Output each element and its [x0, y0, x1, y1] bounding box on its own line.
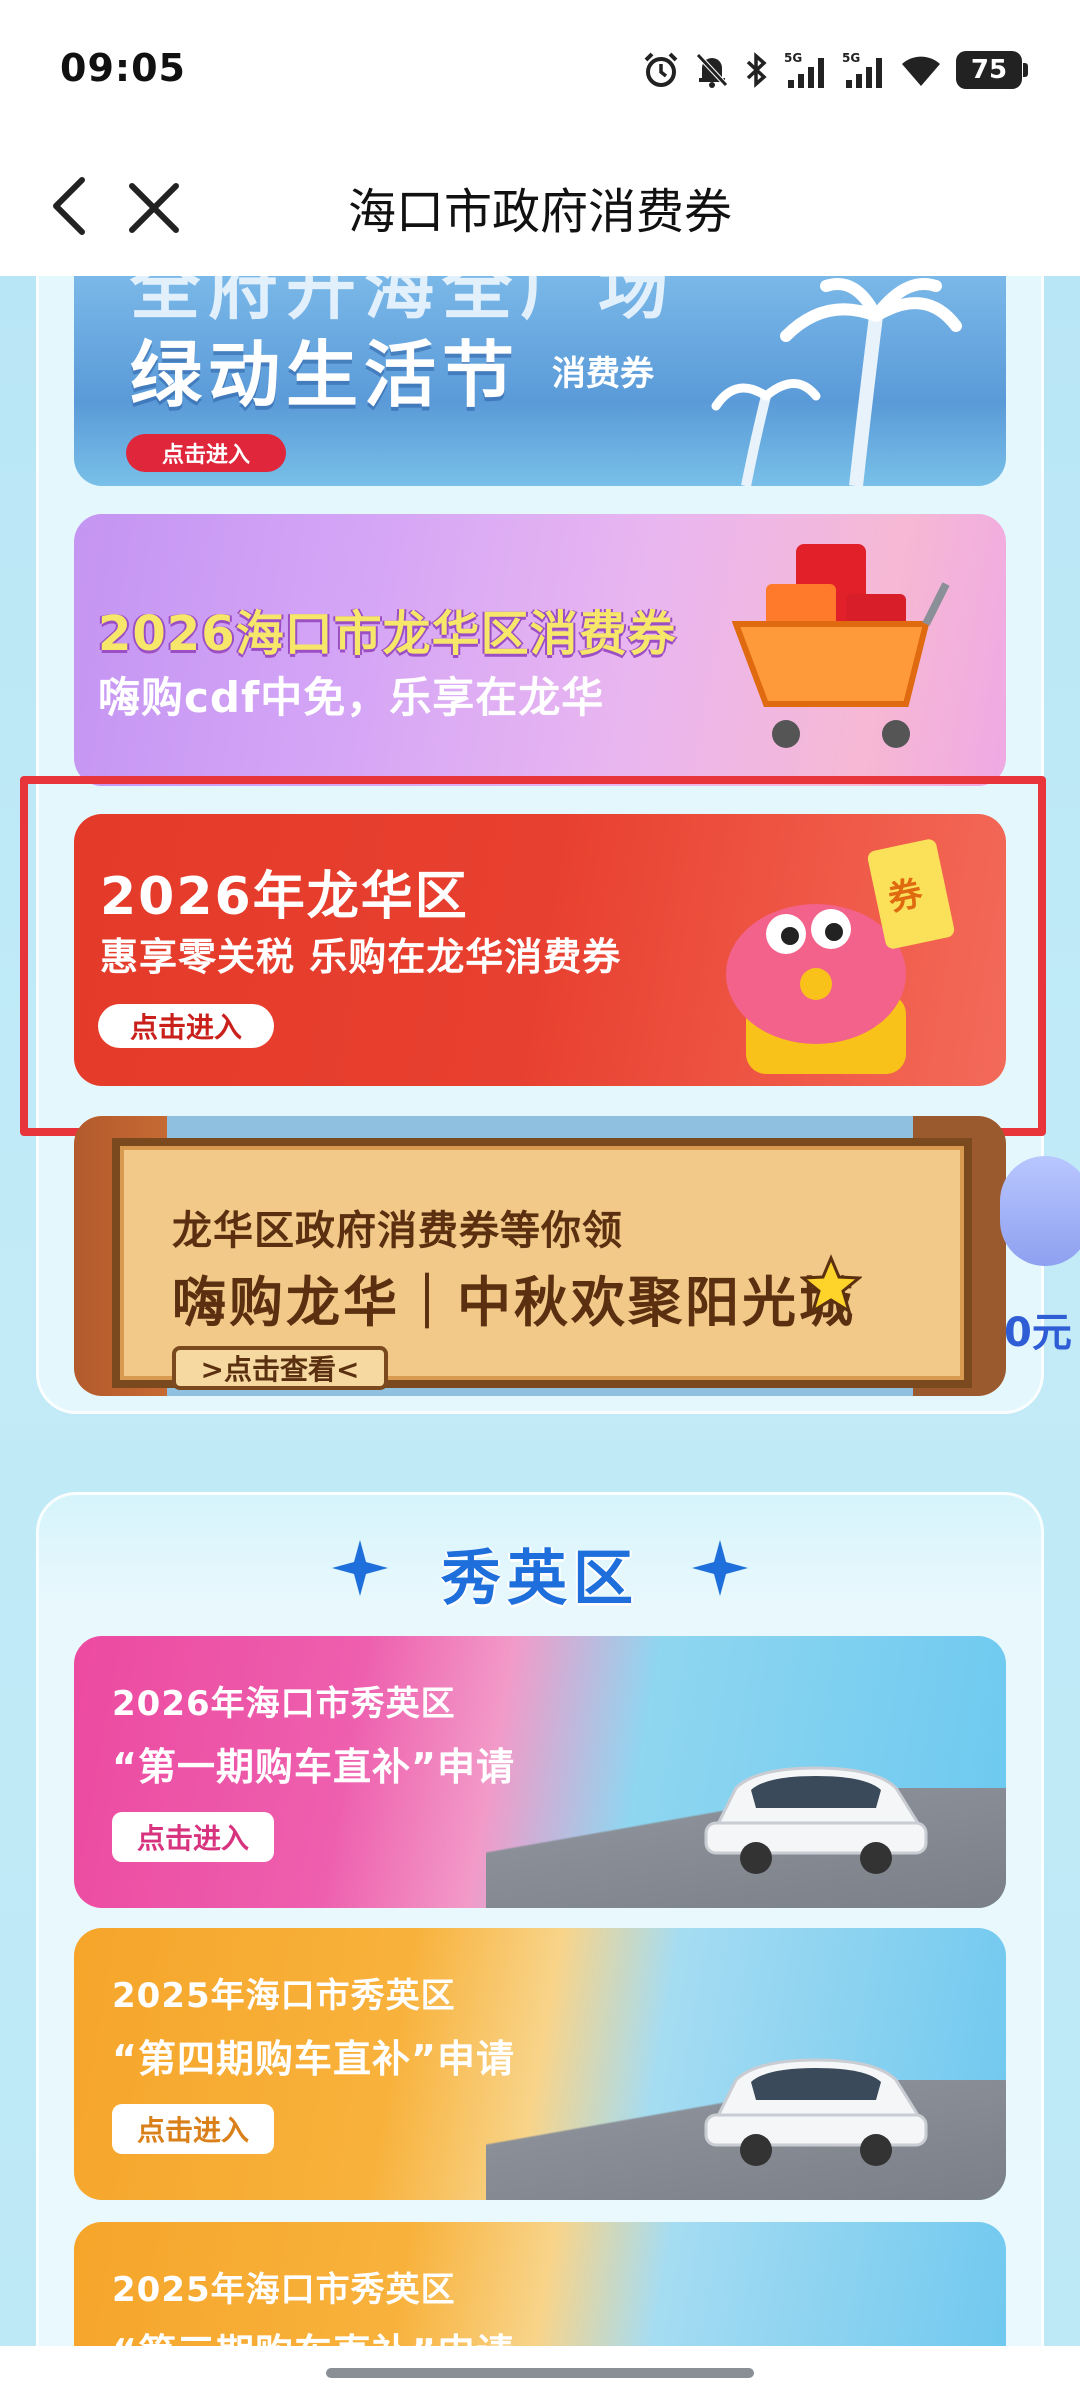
- banner-title: 2026海口市龙华区消费券: [98, 606, 677, 662]
- banner-line1: 2026年海口市秀英区: [112, 1684, 456, 1724]
- banner-car-subsidy-phase-1[interactable]: 2026年海口市秀英区 “第一期购车直补”申请 点击进入: [74, 1636, 1006, 1908]
- content-scroll-area[interactable]: 全府开海全广场 绿动生活节 消费券 点击进入 2026海口市龙华区消费券 嗨购c…: [0, 276, 1080, 2346]
- bluetooth-icon: [746, 52, 767, 88]
- enter-button[interactable]: 点击进入: [112, 1812, 274, 1862]
- shopping-cart-icon: [731, 544, 950, 748]
- signal-5g-icon-1: 5G: [784, 51, 824, 88]
- nav-bar: 海口市政府消费券: [0, 142, 1080, 276]
- xiuying-panel: [36, 1492, 1044, 2346]
- home-indicator[interactable]: [326, 2368, 754, 2378]
- svg-text:5G: 5G: [784, 51, 802, 65]
- car-icon: [696, 2332, 936, 2346]
- view-button[interactable]: >点击查看<: [172, 1346, 388, 1390]
- enter-button[interactable]: 点击进入: [126, 434, 286, 472]
- mute-bell-icon: [696, 53, 728, 88]
- highlight-box: [20, 776, 1046, 1136]
- status-time: 09:05: [60, 46, 186, 90]
- alarm-icon: [644, 52, 678, 87]
- banner-car-subsidy-phase-4[interactable]: 2025年海口市秀英区 “第四期购车直补”申请 点击进入: [74, 1928, 1006, 2200]
- car-icon: [704, 1766, 928, 1874]
- banner-mid-autumn-sunshine-city[interactable]: 龙华区政府消费券等你领 嗨购龙华｜中秋欢聚阳光城 >点击查看<: [74, 1116, 1006, 1396]
- signal-5g-icon-2: 5G: [842, 51, 882, 88]
- banner-line1: 2025年海口市秀英区: [112, 2270, 456, 2310]
- banner-subtitle: 嗨购cdf中免，乐享在龙华: [98, 673, 605, 722]
- status-icons: 5G 5G 75: [642, 48, 1028, 92]
- star-icon: [800, 1254, 862, 1315]
- banner-line2: 嗨购龙华｜中秋欢聚阳光城: [172, 1271, 856, 1334]
- battery-indicator: 75: [956, 51, 1028, 89]
- banner-line2: “第四期购车直补”申请: [112, 2037, 515, 2081]
- banner-line1: 2025年海口市秀英区: [112, 1976, 456, 2016]
- page-title: 海口市政府消费券: [347, 184, 732, 240]
- palm-tree-icon: [711, 278, 962, 486]
- car-icon: [704, 2058, 928, 2166]
- sparkle-icon-right: [692, 1540, 748, 1596]
- enter-button[interactable]: 点击进入: [112, 2104, 274, 2154]
- pixel-signboard: 龙华区政府消费券等你领 嗨购龙华｜中秋欢聚阳光城 >点击查看<: [112, 1138, 972, 1390]
- banner-longhua-coupon-cdf[interactable]: 2026海口市龙华区消费券 嗨购cdf中免，乐享在龙华: [74, 514, 1006, 786]
- side-badge: [1000, 1156, 1080, 1266]
- banner-car-subsidy-phase-3[interactable]: 2025年海口市秀英区 “第三期购车直补”申请: [74, 2222, 1006, 2346]
- wifi-icon: [902, 56, 940, 86]
- svg-text:5G: 5G: [842, 51, 860, 65]
- banner-subtitle: 消费券: [552, 354, 654, 394]
- status-bar: 09:05 5G 5G 75: [0, 0, 1080, 142]
- section-title: 秀英区: [441, 1544, 639, 1614]
- banner-line2: “第三期购车直补”申请: [112, 2322, 515, 2346]
- side-badge-text: 0元: [1004, 1310, 1072, 1356]
- banner-line2: “第一期购车直补”申请: [112, 1745, 515, 1789]
- banner-green-life-festival[interactable]: 全府开海全广场 绿动生活节 消费券 点击进入: [74, 276, 1006, 486]
- banner-line1: 龙华区政府消费券等你领: [172, 1208, 623, 1254]
- banner-title: 绿动生活节: [130, 333, 521, 417]
